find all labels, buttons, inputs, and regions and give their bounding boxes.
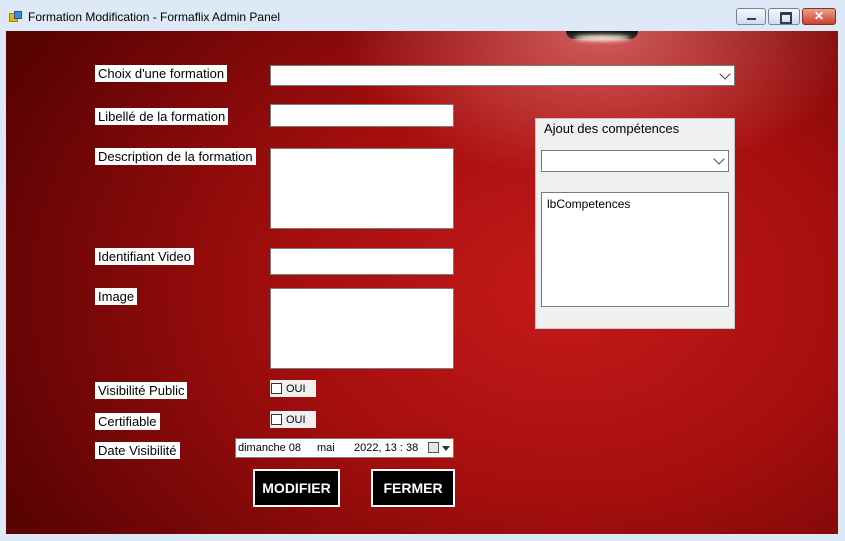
window-frame-right [838,31,845,541]
listbox-placeholder-text: lbCompetences [547,197,631,211]
window-frame-bottom [0,534,845,541]
libelle-label: Libellé de la formation [95,108,229,125]
image-label: Image [95,288,138,305]
date-month: mai [317,442,335,454]
maximize-button[interactable] [768,8,800,25]
competences-combobox[interactable] [541,150,729,172]
minimize-icon [747,18,756,20]
certifiable-checkbox-label: OUI [286,413,306,426]
chevron-down-icon [719,68,731,80]
checkbox-icon [271,414,282,425]
certifiable-label: Certifiable [95,413,160,430]
maximize-icon [780,12,792,24]
close-icon: ✕ [813,9,825,23]
checkbox-icon [271,383,282,394]
visibilite-label: Visibilité Public [95,382,188,399]
image-picturebox[interactable] [270,288,454,369]
description-label: Description de la formation [95,148,256,165]
competences-groupbox: Ajout des compétences lbCompetences [535,118,735,329]
title-bar[interactable]: Formation Modification - Formaflix Admin… [0,0,845,32]
window-title: Formation Modification - Formaflix Admin… [28,10,281,24]
dropdown-arrow-icon [442,446,450,451]
lamp-light-decoration [574,35,630,41]
visibilite-checkbox[interactable]: OUI [270,380,316,397]
competences-listbox[interactable]: lbCompetences [541,192,729,307]
date-day: dimanche 08 [238,442,301,454]
choix-formation-label: Choix d'une formation [95,65,228,82]
date-visibilite-picker[interactable]: dimanche 08 mai 2022, 13 : 38 [235,438,454,458]
date-year-time: 2022, 13 : 38 [354,442,419,454]
certifiable-checkbox[interactable]: OUI [270,411,316,428]
date-visibilite-label: Date Visibilité [95,442,180,459]
modifier-button[interactable]: MODIFIER [253,469,340,507]
chevron-down-icon [713,153,725,165]
fermer-button[interactable]: FERMER [371,469,455,507]
form-client-area: Choix d'une formation Libellé de la form… [6,31,838,534]
video-id-input[interactable] [270,248,454,275]
minimize-button[interactable] [736,8,766,25]
choix-formation-combobox[interactable] [270,65,735,86]
video-id-label: Identifiant Video [95,248,194,265]
libelle-input[interactable] [270,104,454,127]
competences-group-title: Ajout des compétences [544,121,680,136]
app-icon [9,11,22,22]
description-textarea[interactable] [270,148,454,229]
close-button[interactable]: ✕ [802,8,836,25]
visibilite-checkbox-label: OUI [286,382,306,395]
calendar-icon [428,442,439,453]
